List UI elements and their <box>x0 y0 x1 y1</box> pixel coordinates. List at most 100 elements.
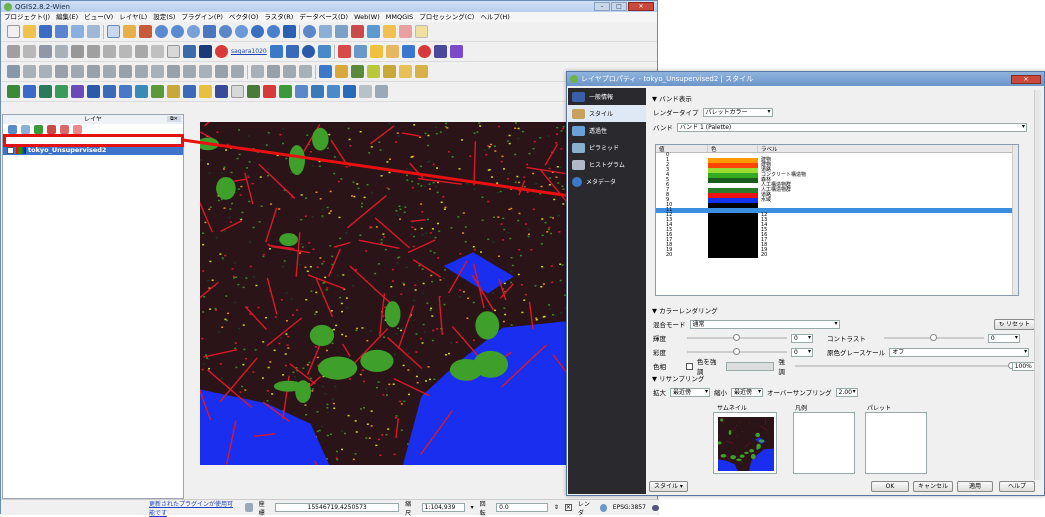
rotation-spinner-icon[interactable]: ⇕ <box>554 504 559 511</box>
crs-label[interactable]: EPSG:3857 <box>613 504 646 511</box>
move-feature-icon[interactable] <box>71 45 84 58</box>
digitize-icon[interactable] <box>7 65 20 78</box>
georeference-icon[interactable] <box>286 45 299 58</box>
dialog-close-button[interactable]: ✕ <box>1011 75 1041 84</box>
blend-mode-select[interactable]: 通常 <box>690 320 840 329</box>
graphical-modeler-icon[interactable] <box>263 85 276 98</box>
delete-part-icon[interactable] <box>135 65 148 78</box>
saturation-slider[interactable] <box>687 351 787 353</box>
graph-icon[interactable] <box>450 45 463 58</box>
col-header-value[interactable]: 値 <box>656 145 708 152</box>
apply-button[interactable]: 適用 <box>957 481 993 492</box>
python-console-icon[interactable] <box>215 85 228 98</box>
style-menu-button[interactable]: スタイル ▾ <box>649 481 688 492</box>
offset-curve-icon[interactable] <box>167 65 180 78</box>
decrease-brightness-icon[interactable] <box>383 65 396 78</box>
toggle-editing-icon[interactable] <box>23 45 36 58</box>
split-features-icon[interactable] <box>183 65 196 78</box>
pan-cursor-icon[interactable] <box>107 25 120 38</box>
save-icon[interactable] <box>39 25 52 38</box>
measure-icon[interactable] <box>367 25 380 38</box>
cut-icon[interactable] <box>103 45 116 58</box>
brightness-slider-handle[interactable] <box>733 334 740 341</box>
cancel-button[interactable]: キャンセル <box>913 481 953 492</box>
oversampling-spinbox[interactable]: 2.00 <box>836 388 858 397</box>
zoom-last-icon[interactable] <box>251 25 264 38</box>
vector-dropdown-icon[interactable] <box>183 85 196 98</box>
resampling-section-header[interactable]: ▼ リサンプリング <box>652 373 1039 383</box>
delete-ring-icon[interactable] <box>119 65 132 78</box>
minimize-button[interactable]: – <box>594 2 610 11</box>
new-project-icon[interactable] <box>7 25 20 38</box>
help-whats-this-icon[interactable] <box>231 85 244 98</box>
col-header-label[interactable]: ラベル <box>758 145 1018 152</box>
delete-feature-icon[interactable] <box>87 45 100 58</box>
reset-button[interactable]: ↻ リセット <box>994 319 1035 330</box>
undo-icon[interactable] <box>23 65 36 78</box>
raster-calc-icon[interactable] <box>319 65 332 78</box>
layer-style-icon[interactable] <box>402 45 415 58</box>
grayscale-select[interactable]: オフ <box>889 348 1029 357</box>
sidebar-item-transparency[interactable]: 透過性 <box>568 122 646 139</box>
crs-globe-icon[interactable] <box>600 504 607 512</box>
zoom-out-select[interactable]: 最近傍 <box>731 388 763 397</box>
save-edits-icon[interactable] <box>39 45 52 58</box>
add-oracle-icon[interactable] <box>87 85 100 98</box>
menu-database[interactable]: データベース(D) <box>299 12 348 22</box>
contrast-slider[interactable] <box>884 337 984 339</box>
menu-raster[interactable]: ラスタ(R) <box>264 12 293 22</box>
paste-icon[interactable] <box>135 45 148 58</box>
layers-overview-icon[interactable] <box>359 85 372 98</box>
increase-brightness-icon[interactable] <box>367 65 380 78</box>
simplify-icon[interactable] <box>55 65 68 78</box>
add-mssql-icon[interactable] <box>71 85 84 98</box>
print-composer-icon[interactable] <box>71 25 84 38</box>
fill-ring-icon[interactable] <box>103 65 116 78</box>
composer-manager-icon[interactable] <box>87 25 100 38</box>
colorize-checkbox[interactable] <box>686 363 693 370</box>
rotation-field[interactable]: 0.0 <box>496 503 548 512</box>
text-annotation-icon[interactable] <box>415 25 428 38</box>
row-color-swatch[interactable] <box>708 253 758 258</box>
content-scrollbar[interactable] <box>1034 90 1041 480</box>
pin-labels-icon[interactable] <box>251 65 264 78</box>
zoom-in-icon[interactable] <box>155 25 168 38</box>
add-part-icon[interactable] <box>87 65 100 78</box>
zoom-next-icon[interactable] <box>267 25 280 38</box>
expand-all-icon[interactable] <box>47 125 56 134</box>
decrease-contrast-icon[interactable] <box>415 65 428 78</box>
collapse-all-icon[interactable] <box>60 125 69 134</box>
row-label[interactable]: 20 <box>758 253 1018 258</box>
deselect-icon[interactable] <box>335 25 348 38</box>
menu-project[interactable]: プロジェクト(J) <box>4 12 50 22</box>
col-header-color[interactable]: 色 <box>708 145 758 152</box>
add-postgis-icon[interactable] <box>39 85 52 98</box>
map-tips-icon[interactable] <box>383 25 396 38</box>
map-canvas[interactable] <box>200 122 569 465</box>
add-group-icon[interactable] <box>8 125 17 134</box>
gps-tools-icon[interactable] <box>327 85 340 98</box>
menu-help[interactable]: ヘルプ(H) <box>480 12 509 22</box>
brightness-slider[interactable] <box>687 337 787 339</box>
query-icon[interactable] <box>199 85 212 98</box>
merge-features-icon[interactable] <box>215 65 228 78</box>
saturation-spinbox[interactable]: 0 <box>791 348 813 357</box>
processing-toolbox-icon[interactable] <box>247 85 260 98</box>
add-wcs-icon[interactable] <box>119 85 132 98</box>
zoom-layer-icon[interactable] <box>219 25 232 38</box>
zoom-full-icon[interactable] <box>187 25 200 38</box>
csv-layer-icon[interactable] <box>167 45 180 58</box>
save-as-icon[interactable] <box>55 25 68 38</box>
menu-edit[interactable]: 編集(E) <box>56 12 78 22</box>
add-wfs-icon[interactable] <box>135 85 148 98</box>
band-select[interactable]: バンド 1 (Palette) <box>677 123 1027 132</box>
bookmark-icon[interactable] <box>399 25 412 38</box>
field-calculator-icon[interactable] <box>351 25 364 38</box>
menu-web[interactable]: Web(W) <box>354 12 380 22</box>
highlight-icon[interactable] <box>370 45 383 58</box>
toolbox-icon[interactable] <box>375 85 388 98</box>
map-canvas-icon[interactable] <box>311 85 324 98</box>
zoom-selection-icon[interactable] <box>203 25 216 38</box>
zoom-in-select[interactable]: 最近傍 <box>670 388 710 397</box>
sidebar-item-histogram[interactable]: ヒストグラム <box>568 156 646 173</box>
